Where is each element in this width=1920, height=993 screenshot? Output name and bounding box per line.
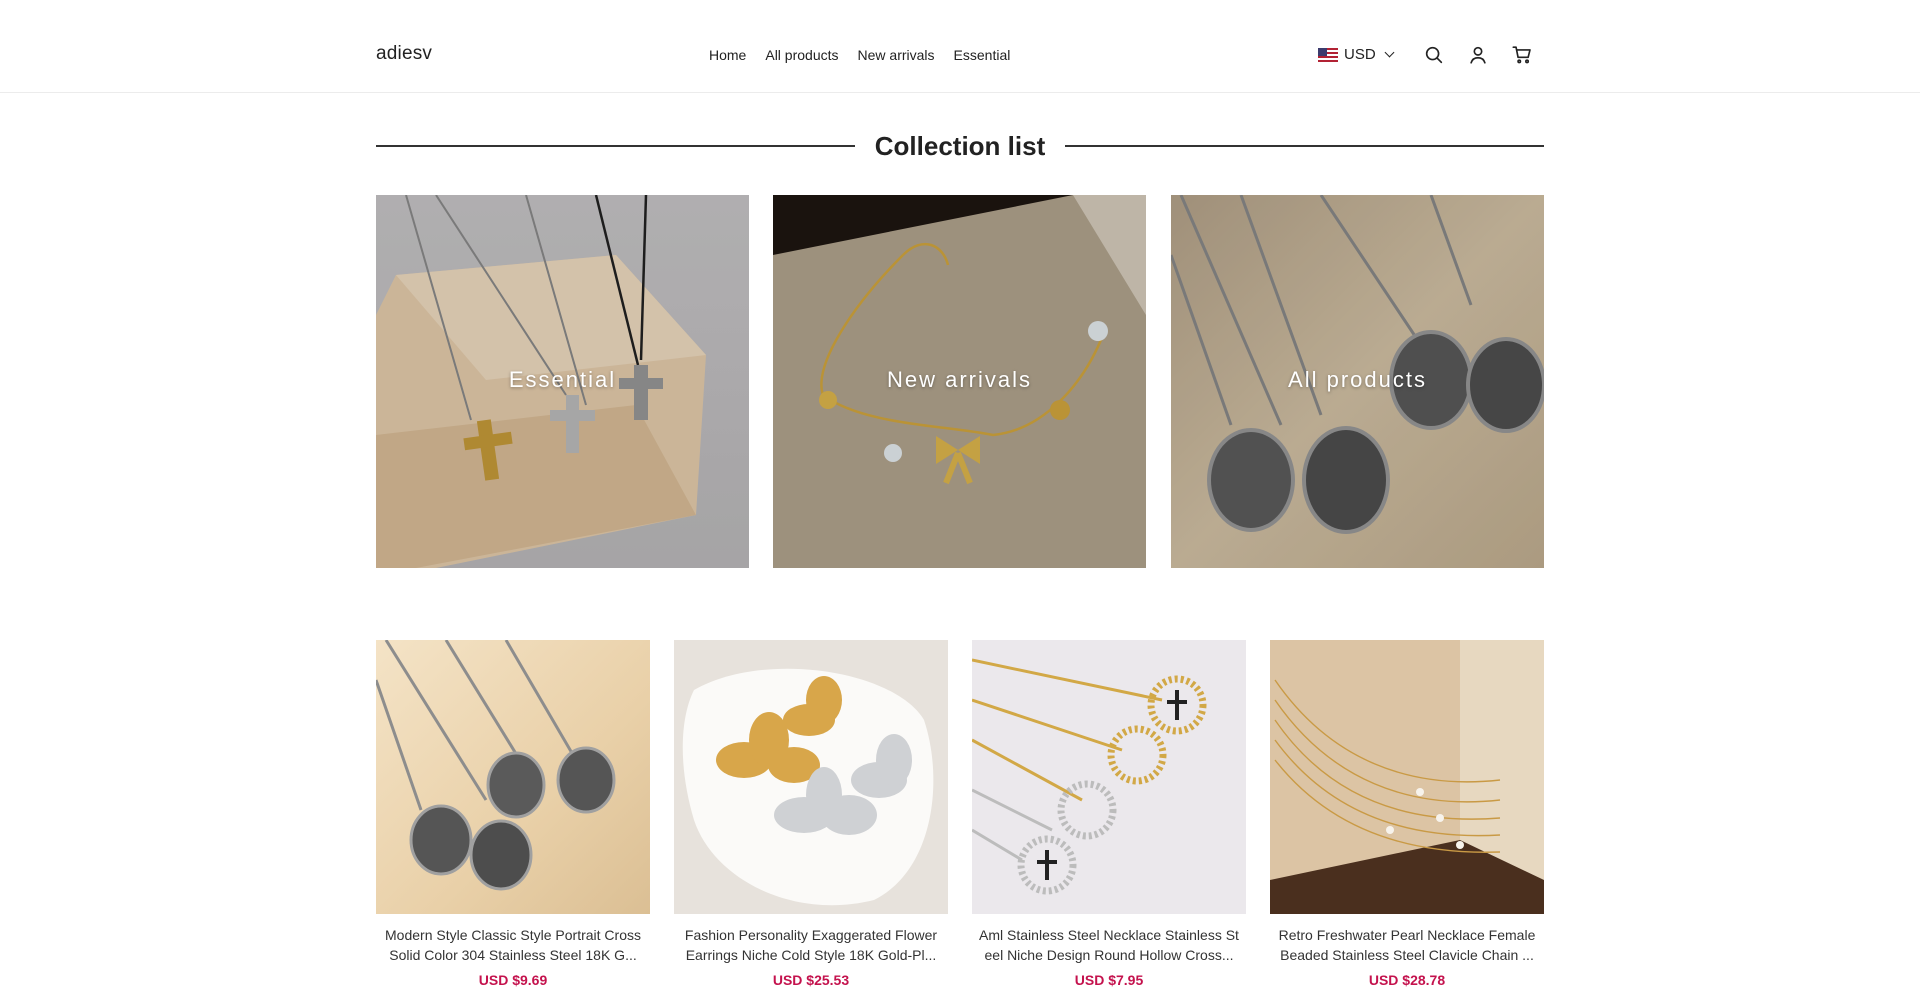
nav-new-arrivals[interactable]: New arrivals [858, 47, 935, 63]
product-name[interactable]: Retro Freshwater Pearl Necklace Female B… [1270, 925, 1544, 965]
title-divider-left [376, 145, 855, 147]
tile-label-essential: Essential [508, 367, 617, 392]
product-image[interactable] [1270, 640, 1544, 914]
tile-label-all-products: All products [1288, 367, 1427, 392]
tile-label-new-arrivals: New arrivals [886, 367, 1033, 392]
product-price: USD $28.78 [1368, 972, 1446, 988]
search-icon[interactable] [1423, 44, 1445, 66]
site-header: adiesv Home All products New arrivals Es… [0, 0, 1920, 93]
product-image[interactable] [376, 640, 650, 914]
currency-label: USD [1344, 46, 1376, 63]
product-name[interactable]: Modern Style Classic Style Portrait Cros… [376, 925, 650, 965]
site-logo[interactable]: adiesv [376, 43, 432, 65]
collection-title-row: Collection list [376, 126, 1544, 166]
product-name[interactable]: Fashion Personality Exaggerated Flower E… [674, 925, 948, 965]
product-image[interactable] [972, 640, 1246, 914]
product-price: USD $25.53 [772, 972, 850, 988]
product-price: USD $9.69 [478, 972, 548, 988]
product-price: USD $7.95 [1074, 972, 1144, 988]
product-card[interactable]: Fashion Personality Exaggerated Flower E… [674, 640, 948, 988]
collection-tile-all-products[interactable]: All products [1171, 195, 1544, 568]
account-icon[interactable] [1467, 44, 1489, 66]
product-card[interactable]: Aml Stainless Steel Necklace Stainless S… [972, 640, 1246, 988]
currency-selector[interactable]: USD [1318, 46, 1395, 63]
us-flag-icon [1318, 47, 1338, 62]
chevron-down-icon [1384, 47, 1395, 58]
nav-all-products[interactable]: All products [765, 47, 838, 63]
product-card[interactable]: Modern Style Classic Style Portrait Cros… [376, 640, 650, 988]
collection-tile-essential[interactable]: Essential [376, 195, 749, 568]
product-name[interactable]: Aml Stainless Steel Necklace Stainless S… [972, 925, 1246, 965]
nav-essential[interactable]: Essential [954, 47, 1011, 63]
main-nav: Home All products New arrivals Essential [709, 47, 1010, 63]
cart-icon[interactable] [1511, 44, 1533, 66]
product-card[interactable]: Retro Freshwater Pearl Necklace Female B… [1270, 640, 1544, 988]
product-image[interactable] [674, 640, 948, 914]
collection-title: Collection list [874, 130, 1046, 161]
collection-tile-new-arrivals[interactable]: New arrivals [773, 195, 1146, 568]
nav-home[interactable]: Home [709, 47, 746, 63]
title-divider-right [1065, 145, 1544, 147]
